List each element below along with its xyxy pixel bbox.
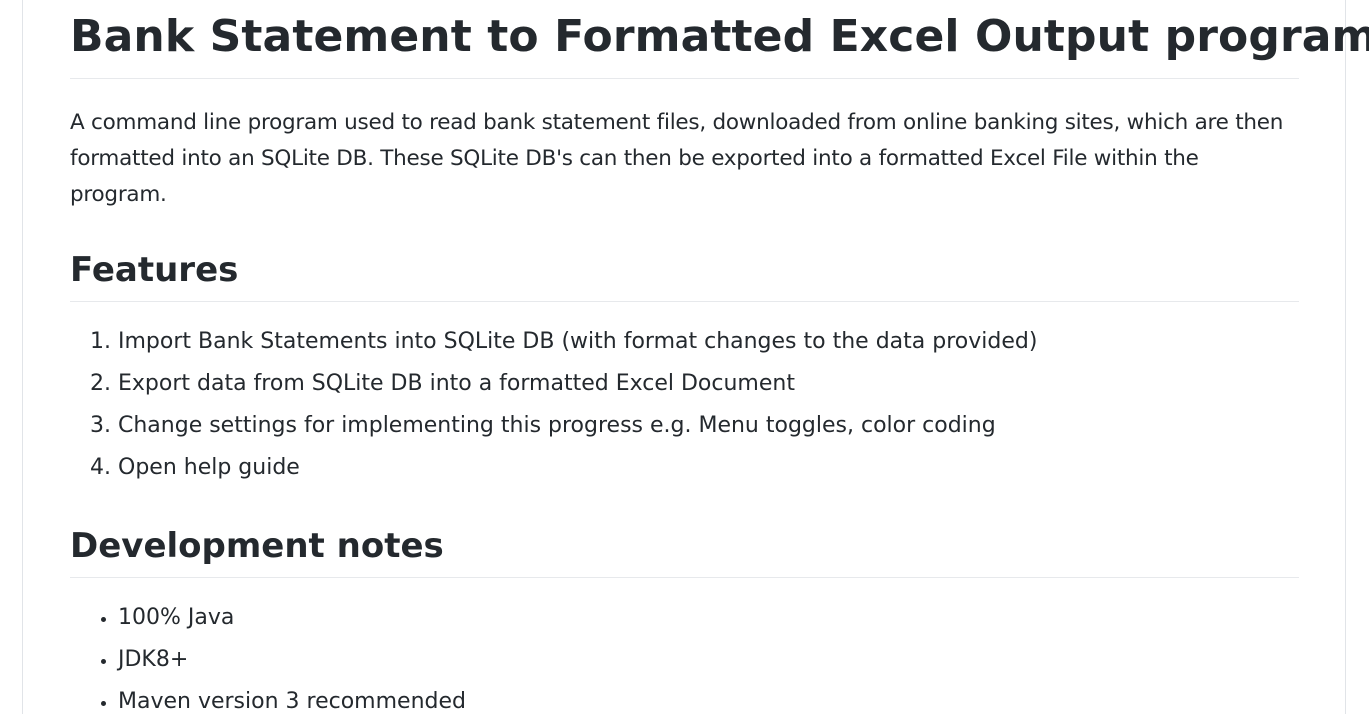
- list-item: Maven version 3 recommended: [118, 686, 1299, 714]
- features-list: Import Bank Statements into SQLite DB (w…: [70, 326, 1299, 483]
- list-item: Open help guide: [118, 452, 1299, 483]
- list-item: Change settings for implementing this pr…: [118, 410, 1299, 441]
- development-notes-heading: Development notes: [70, 524, 1299, 578]
- list-item: 100% Java: [118, 602, 1299, 633]
- readme-content: Bank Statement to Formatted Excel Output…: [70, 0, 1369, 714]
- features-heading: Features: [70, 248, 1299, 302]
- readme-intro: A command line program used to read bank…: [70, 110, 1284, 207]
- list-item: JDK8+: [118, 644, 1299, 675]
- list-item: Import Bank Statements into SQLite DB (w…: [118, 326, 1299, 357]
- readme-title: Bank Statement to Formatted Excel Output…: [70, 0, 1369, 79]
- page: Bank Statement to Formatted Excel Output…: [0, 0, 1369, 714]
- list-item: Export data from SQLite DB into a format…: [118, 368, 1299, 399]
- development-notes-list: 100% Java JDK8+ Maven version 3 recommen…: [70, 602, 1299, 714]
